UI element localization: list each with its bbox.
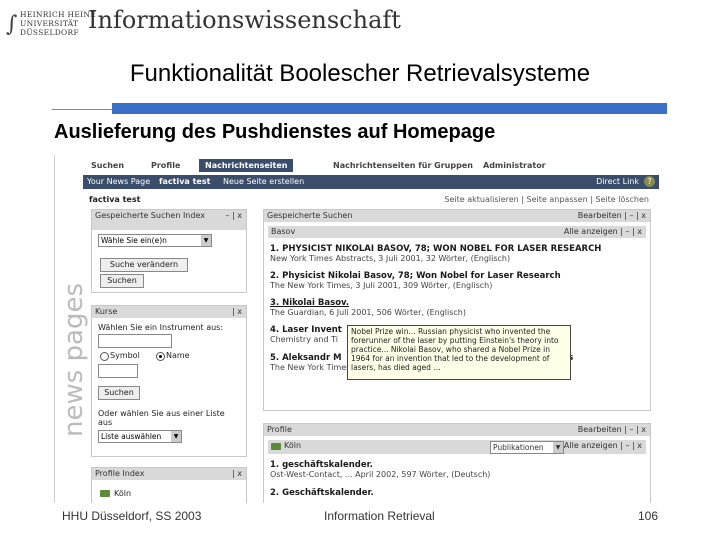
panel-controls[interactable]: | x — [232, 469, 242, 478]
list-prompt: Oder wählen Sie aus einer Liste aus — [98, 409, 225, 427]
footer-left: HHU Düsseldorf, SS 2003 — [62, 509, 202, 523]
panel-controls[interactable]: Bearbeiten | – | x — [578, 211, 646, 220]
profile-select[interactable]: Publikationen ▼ — [490, 441, 564, 454]
instrument-input[interactable] — [98, 334, 172, 348]
result-title[interactable]: 1. PHYSICIST NIKOLAI BASOV, 78; WON NOBE… — [270, 244, 601, 254]
chevron-down-icon: ▼ — [201, 235, 211, 246]
chevron-down-icon: ▼ — [553, 442, 563, 453]
sub-nav-bar: Your News Page factiva test Neue Seite e… — [83, 175, 659, 189]
department-brand: Informationswissenschaft — [88, 6, 401, 34]
slide-title: Funktionalität Boolescher Retrievalsyste… — [129, 60, 591, 87]
search-button[interactable]: Suchen — [100, 274, 144, 288]
tab-administrator[interactable]: Administrator — [483, 161, 546, 170]
select-value: Wähle Sie ein(e)n — [101, 236, 167, 245]
panel-title: Profile — [267, 425, 292, 434]
news-pages-watermark: news pages — [57, 283, 89, 437]
tab-gruppen[interactable]: Nachrichtenseiten für Gruppen — [333, 161, 473, 170]
sub-title: Basov — [271, 227, 296, 236]
heine-portrait-icon: ∫ — [6, 12, 18, 37]
folder-icon — [271, 443, 281, 450]
tab-suchen[interactable]: Suchen — [91, 161, 124, 170]
panel-header: Gespeicherte Suchen Bearbeiten | – | x — [264, 210, 650, 222]
select-value: Publikationen — [493, 443, 544, 452]
result-tooltip: Nobel Prize win... Russian physicist who… — [347, 325, 571, 380]
kurse-panel: Kurse | x Wählen Sie ein Instrument aus:… — [91, 305, 247, 457]
page-name: factiva test — [89, 195, 141, 204]
factiva-screenshot: Suchen Profile Nachrichtenseiten Nachric… — [54, 155, 661, 503]
panel-header: Profile Bearbeiten | – | x — [264, 424, 650, 436]
page-actions[interactable]: Seite aktualisieren | Seite anpassen | S… — [444, 195, 649, 204]
saved-search-index-panel: Gespeicherte Suchen Index – | x Wähle Si… — [91, 209, 247, 293]
panel-title: Gespeicherte Suchen Index — [95, 211, 205, 220]
kurse-search-button[interactable]: Suchen — [98, 386, 140, 400]
tab-nachrichtenseiten[interactable]: Nachrichtenseiten — [199, 159, 294, 172]
sub-controls[interactable]: Alle anzeigen | – | x — [564, 441, 642, 450]
quote-input[interactable] — [98, 364, 138, 378]
panel-header: Gespeicherte Suchen Index – | x — [92, 210, 246, 230]
radio-symbol[interactable] — [100, 352, 109, 361]
result-source: The New York Times, 3 Juli 2001, 309 Wör… — [270, 281, 493, 290]
list-select[interactable]: Liste auswählen ▼ — [98, 430, 182, 443]
sub-controls[interactable]: Alle anzeigen | – | x — [564, 227, 642, 236]
panel-header: Kurse | x — [92, 306, 246, 318]
panel-controls[interactable]: – | x — [225, 211, 242, 220]
result-title[interactable]: 1. geschäftskalender. — [270, 460, 373, 470]
panel-title: Profile Index — [95, 469, 145, 478]
result-title[interactable]: 4. Laser Invent — [270, 325, 342, 335]
saved-search-select[interactable]: Wähle Sie ein(e)n ▼ — [98, 234, 212, 247]
sub-title: Köln — [284, 441, 302, 450]
result-title[interactable]: 3. Nikolai Basov. — [270, 298, 349, 308]
panel-controls[interactable]: Bearbeiten | – | x — [578, 425, 646, 434]
panel-title: Gespeicherte Suchen — [267, 211, 353, 220]
university-name: HEINRICH HEINE UNIVERSITÄT DÜSSELDORF — [20, 10, 97, 37]
radio-name[interactable] — [156, 352, 165, 361]
select-value: Liste auswählen — [101, 432, 162, 441]
result-title[interactable]: 2. Geschäftskalender. — [270, 488, 374, 498]
panel-header: Profile Index | x — [92, 468, 246, 480]
university-logo: ∫ HEINRICH HEINE UNIVERSITÄT DÜSSELDORF — [6, 4, 96, 46]
edit-search-button[interactable]: Suche verändern — [100, 258, 188, 272]
result-source: Ost-West-Contact, ... April 2002, 597 Wö… — [270, 470, 491, 479]
saved-searches-panel: Gespeicherte Suchen Bearbeiten | – | x B… — [263, 209, 651, 411]
direct-link[interactable]: Direct Link — [596, 177, 639, 186]
footer-center: Information Retrieval — [324, 509, 435, 523]
panel-title: Kurse — [95, 307, 118, 316]
page-number: 106 — [638, 509, 659, 523]
profile-panel: Profile Bearbeiten | – | x Köln Publikat… — [263, 423, 651, 503]
radio-name-label: Name — [166, 351, 190, 360]
title-accent-bar — [112, 103, 667, 114]
profile-index-panel: Profile Index | x Köln — [91, 467, 247, 503]
profile-index-item[interactable]: Köln — [114, 489, 131, 498]
panel-controls[interactable]: | x — [232, 307, 242, 316]
section-title: Auslieferung des Pushdienstes auf Homepa… — [54, 121, 496, 143]
result-title[interactable]: 2. Physicist Nikolai Basov, 78; Won Nobe… — [270, 271, 561, 281]
subnav-new-page[interactable]: Neue Seite erstellen — [223, 177, 304, 186]
subnav-your-news-page[interactable]: Your News Page — [87, 177, 150, 186]
sub-header-basov: Basov Alle anzeigen | – | x — [268, 226, 646, 238]
chevron-down-icon: ▼ — [171, 431, 181, 442]
subnav-factiva-test[interactable]: factiva test — [159, 177, 210, 186]
help-icon[interactable]: ? — [644, 176, 655, 187]
sub-header-koeln: Köln Publikationen ▼ Alle anzeigen | – | … — [268, 440, 646, 454]
instrument-prompt: Wählen Sie ein Instrument aus: — [98, 323, 224, 332]
watermark-text: news pages — [59, 282, 90, 438]
result-source: Chemistry and Ti — [270, 335, 338, 344]
folder-icon — [100, 490, 110, 497]
result-title[interactable]: 5. Aleksandr M — [270, 353, 342, 363]
radio-symbol-label: Symbol — [110, 351, 140, 360]
result-source: The Guardian, 6 Juli 2001, 506 Wörter, (… — [270, 308, 466, 317]
result-source: New York Times Abstracts, 3 Juli 2001, 3… — [270, 254, 511, 263]
tab-profile[interactable]: Profile — [151, 161, 180, 170]
